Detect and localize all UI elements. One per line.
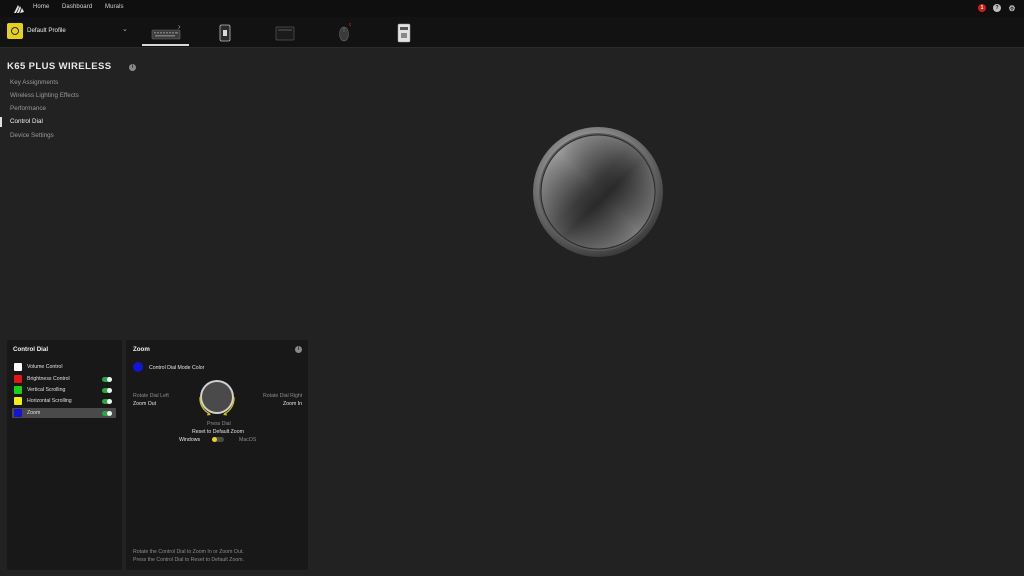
sidebar-item-control-dial[interactable]: Control Dial bbox=[10, 118, 43, 125]
rotate-left-action[interactable]: Zoom Out bbox=[133, 401, 156, 407]
mode-color-swatch bbox=[14, 363, 22, 371]
dial-diagram-icon bbox=[199, 380, 235, 416]
settings-gear-icon[interactable]: ⚙ bbox=[1008, 4, 1016, 13]
press-dial-label: Press Dial bbox=[207, 421, 231, 427]
nav-murals[interactable]: Murals bbox=[105, 4, 124, 10]
device-usb-dongle[interactable] bbox=[218, 22, 232, 44]
mode-enable-toggle[interactable] bbox=[102, 398, 112, 404]
rotate-right-label: Rotate Dial Right bbox=[263, 393, 303, 399]
mode-label: Horizontal Scrolling bbox=[27, 398, 72, 404]
mouse-icon bbox=[339, 23, 351, 42]
profile-selector[interactable]: Default Profile ⌄ bbox=[7, 23, 131, 42]
zoom-footer-line1: Rotate the Control Dial to Zoom In or Zo… bbox=[133, 549, 244, 555]
press-dial-action[interactable]: Reset to Default Zoom bbox=[192, 429, 244, 435]
chevron-down-icon[interactable]: ⌄ bbox=[122, 25, 128, 33]
info-icon[interactable]: i bbox=[129, 64, 136, 71]
top-nav: Home Dashboard Murals 1 ? ⚙ bbox=[0, 0, 1024, 17]
mode-label: Brightness Control bbox=[27, 376, 70, 382]
mode-color-swatch bbox=[14, 397, 22, 405]
dark-device-icon bbox=[275, 26, 295, 41]
control-dial-panel-title: Control Dial bbox=[13, 346, 49, 353]
control-dial-image[interactable] bbox=[532, 127, 664, 258]
device-mouse[interactable] bbox=[337, 22, 351, 44]
rotate-right-action[interactable]: Zoom In bbox=[283, 401, 302, 407]
notification-alert-icon[interactable]: 1 bbox=[978, 4, 986, 12]
mode-color-swatch bbox=[14, 375, 22, 383]
device-dark[interactable] bbox=[275, 22, 295, 44]
nav-home[interactable]: Home bbox=[33, 4, 49, 10]
sidebar-item-performance[interactable]: Performance bbox=[10, 105, 46, 112]
mode-vertical-scrolling[interactable]: Vertical Scrolling bbox=[12, 385, 116, 395]
zoom-panel-title: Zoom bbox=[133, 346, 150, 353]
device-bar: Default Profile ⌄ bbox=[0, 17, 1024, 48]
zoom-info-icon[interactable]: i bbox=[295, 346, 302, 353]
sidebar-active-indicator bbox=[0, 117, 2, 127]
mode-horizontal-scrolling[interactable]: Horizontal Scrolling bbox=[12, 396, 116, 406]
nav-dashboard[interactable]: Dashboard bbox=[62, 4, 92, 10]
mode-brightness-control[interactable]: Brightness Control bbox=[12, 374, 116, 384]
mode-color-label: Control Dial Mode Color bbox=[149, 365, 205, 371]
selected-device-indicator bbox=[142, 44, 189, 46]
os-windows-label: Windows bbox=[179, 437, 201, 443]
mode-label: Vertical Scrolling bbox=[27, 387, 66, 393]
os-toggle[interactable] bbox=[212, 437, 224, 442]
device-title: K65 PLUS WIRELESS bbox=[7, 61, 112, 72]
mode-label: Zoom bbox=[27, 410, 41, 416]
usb-dongle-icon bbox=[219, 24, 231, 42]
zoom-footer-line2: Press the Control Dial to Reset to Defau… bbox=[133, 557, 245, 563]
mode-volume-control[interactable]: Volume Control bbox=[12, 362, 116, 372]
mode-enable-toggle[interactable] bbox=[102, 376, 112, 382]
device-hub[interactable] bbox=[396, 22, 412, 44]
mode-color-swatch bbox=[14, 386, 22, 394]
mode-color-picker[interactable] bbox=[133, 362, 143, 372]
hub-icon bbox=[397, 23, 411, 43]
profile-badge-icon bbox=[7, 23, 23, 39]
sidebar-item-wireless-lighting[interactable]: Wireless Lighting Effects bbox=[10, 92, 79, 99]
mode-color-swatch bbox=[14, 409, 22, 417]
mode-zoom[interactable]: Zoom bbox=[12, 408, 116, 418]
sidebar-item-key-assignments[interactable]: Key Assignments bbox=[10, 79, 58, 86]
mode-enable-toggle[interactable] bbox=[102, 410, 112, 416]
sidebar-item-device-settings[interactable]: Device Settings bbox=[10, 132, 54, 139]
rotate-left-label: Rotate Dial Left bbox=[133, 393, 169, 399]
mode-enable-toggle[interactable] bbox=[102, 387, 112, 393]
keyboard-icon bbox=[151, 25, 181, 40]
os-macos-label: MacOS bbox=[239, 437, 257, 443]
profile-name: Default Profile bbox=[27, 27, 66, 34]
help-icon[interactable]: ? bbox=[993, 4, 1001, 12]
corsair-logo-icon[interactable] bbox=[13, 3, 25, 14]
device-keyboard[interactable] bbox=[150, 22, 182, 44]
mode-label: Volume Control bbox=[27, 364, 63, 370]
